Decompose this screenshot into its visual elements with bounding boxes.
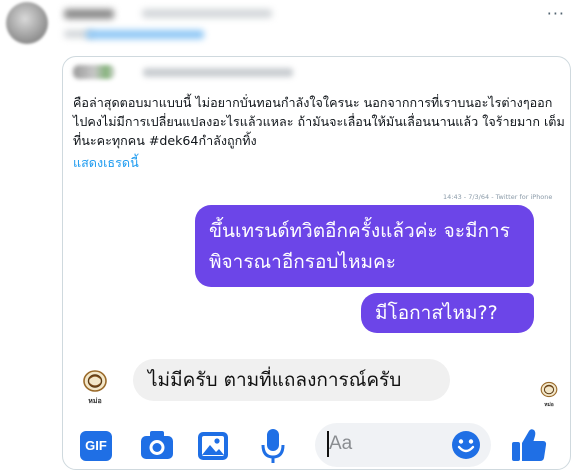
mic-icon[interactable]	[260, 427, 286, 465]
author-name-blurred[interactable]	[64, 9, 114, 19]
quote-text: คือล่าสุดตอบมาแบบนี้ ไม่อยากบั่นทอนกำลัง…	[73, 95, 565, 148]
gif-icon[interactable]: GIF	[80, 431, 112, 461]
outgoing-message: ขึ้นเทรนด์ทวิตอีกครั้งแล้วค่ะ จะมีการพิจ…	[195, 205, 534, 287]
author-handle-blurred	[142, 9, 272, 18]
seal-label: หม่อ	[88, 397, 102, 405]
show-thread-link[interactable]: แสดงเธรดนี้	[73, 153, 139, 173]
more-icon[interactable]: ···	[547, 4, 565, 23]
like-icon[interactable]	[509, 425, 549, 465]
avatar[interactable]	[6, 2, 48, 44]
camera-icon[interactable]	[139, 428, 175, 462]
reply-mention-blurred[interactable]	[86, 30, 204, 39]
read-receipt-avatar: หม่อ	[538, 381, 560, 409]
quote-author-name-blurred	[143, 68, 293, 77]
seal-label: หม่อ	[544, 402, 554, 408]
image-icon[interactable]	[197, 431, 229, 461]
sender-avatar: หม่อ	[80, 369, 110, 407]
seal-icon	[83, 370, 107, 392]
quote-author-blurred	[73, 65, 115, 79]
incoming-message: ไม่มีครับ ตามที่แถลงการณ์ครับ	[133, 359, 450, 401]
quote-tweet-card[interactable]: คือล่าสุดตอบมาแบบนี้ ไม่อยากบั่นทอนกำลัง…	[62, 56, 571, 470]
emoji-icon[interactable]	[451, 430, 481, 460]
message-input-placeholder: Aa	[329, 433, 353, 454]
seal-icon	[540, 381, 558, 398]
chat-timestamp: 14:43 - 7/3/64 - Twitter for iPhone	[443, 193, 553, 201]
outgoing-message: มีโอกาสไหม??	[361, 293, 534, 333]
